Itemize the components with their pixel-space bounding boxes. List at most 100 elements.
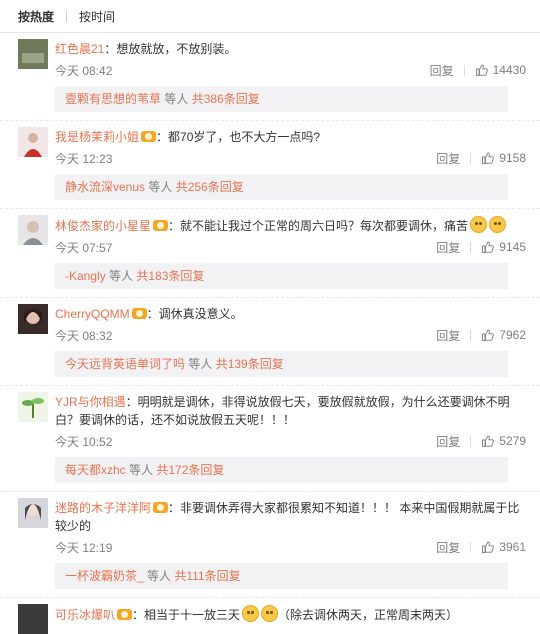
thumbs-up-icon <box>482 435 495 447</box>
reply-button[interactable]: 回复 <box>436 150 460 167</box>
reply-button[interactable]: 回复 <box>430 62 454 79</box>
comment-item: 我是杨茉莉小姐 ：都70岁了，也不大方一点吗? 今天 12:23 回复 9158 … <box>0 121 540 209</box>
comment-time: 今天 08:32 <box>55 328 113 343</box>
reply-summary[interactable]: 今天远背英语单词了吗 等人 共139条回复 <box>55 351 508 377</box>
reply-count-link[interactable]: 共111条回复 <box>174 569 240 583</box>
thumbs-up-icon <box>482 541 495 553</box>
action-divider <box>470 152 472 164</box>
thumbs-up-icon <box>482 329 495 341</box>
vip-badge-icon <box>131 308 147 319</box>
comment-text: 林俊杰家的小星星 ：就不能让我过个正常的周六日吗？每次都要调休，痛苦 <box>55 216 526 235</box>
comment-username[interactable]: 迷路的木子洋洋阿 <box>55 501 151 515</box>
comment-content: ：相当于十一放三天 <box>132 608 241 622</box>
like-button[interactable]: 5279 <box>481 434 526 448</box>
comment-time: 今天 12:19 <box>55 540 113 555</box>
comment-username[interactable]: YJR与你相遇 <box>55 395 126 409</box>
reply-username[interactable]: 静水流深venus <box>65 180 145 194</box>
comment-item: CherryQQMM ：调休真没意义。 今天 08:32 回复 7962 今天远背… <box>0 298 540 386</box>
vip-badge-icon <box>153 502 169 513</box>
like-count: 9145 <box>499 240 526 254</box>
comment-username[interactable]: 我是杨茉莉小姐 <box>55 130 139 144</box>
avatar[interactable] <box>18 304 48 334</box>
vip-badge-icon <box>141 131 157 142</box>
comment-username[interactable]: 可乐冰爆叭 <box>55 608 115 622</box>
reply-username[interactable]: 壹颗有思想的苇草 <box>65 92 161 106</box>
avatar[interactable] <box>18 392 48 422</box>
reply-button[interactable]: 回复 <box>436 327 460 344</box>
sort-by-hot-tab[interactable]: 按热度 <box>18 8 54 25</box>
sort-divider <box>66 10 68 22</box>
reply-summary[interactable]: 壹颗有思想的苇草 等人 共386条回复 <box>55 86 508 112</box>
comment-text: CherryQQMM ：调休真没意义。 <box>55 305 526 323</box>
like-count: 14430 <box>492 63 526 77</box>
reply-username[interactable]: 每天都xzhc <box>65 463 126 477</box>
thumbs-up-icon <box>475 64 488 76</box>
reply-button[interactable]: 回复 <box>436 433 460 450</box>
comment-item: 林俊杰家的小星星 ：就不能让我过个正常的周六日吗？每次都要调休，痛苦 今天 07:… <box>0 209 540 298</box>
thumbs-up-icon <box>482 241 495 253</box>
thumbs-up-icon <box>482 152 495 164</box>
comment-time: 今天 10:52 <box>55 434 113 449</box>
reply-count-link[interactable]: 共386条回复 <box>192 92 260 106</box>
sad-emoji-icon <box>470 216 488 233</box>
comment-item: YJR与你相遇：明明就是调休，非得说放假七天，要放假就放假，为什么还要调休不明白… <box>0 386 540 492</box>
reply-count-link[interactable]: 共183条回复 <box>136 269 204 283</box>
reply-summary[interactable]: -Kangly 等人 共183条回复 <box>55 263 508 289</box>
comment-list: 红色晨21：想放就放，不放别装。 今天 08:42 回复 14430 壹颗有思想… <box>0 33 540 634</box>
sad-emoji-icon <box>489 216 507 233</box>
comment-time: 今天 12:23 <box>55 151 113 166</box>
comment-content: ：就不能让我过个正常的周六日吗？每次都要调休，痛苦 <box>168 219 469 233</box>
avatar[interactable] <box>18 39 48 69</box>
avatar[interactable] <box>18 215 48 245</box>
comment-text: 迷路的木子洋洋阿 ：非要调休弄得大家都很累知不知道！！！ 本来中国假期就属于比较少… <box>55 499 526 535</box>
like-button[interactable]: 9145 <box>481 240 526 254</box>
reply-button[interactable]: 回复 <box>436 239 460 256</box>
comment-username[interactable]: 林俊杰家的小星星 <box>55 219 151 233</box>
laugh-emoji-icon <box>242 605 260 622</box>
reply-summary[interactable]: 每天都xzhc 等人 共172条回复 <box>55 457 508 483</box>
comment-text: 红色晨21：想放就放，不放别装。 <box>55 40 526 58</box>
action-divider <box>470 329 472 341</box>
reply-summary[interactable]: 一杯波霸奶茶_ 等人 共111条回复 <box>55 563 508 589</box>
reply-button[interactable]: 回复 <box>436 539 460 556</box>
action-divider <box>470 435 472 447</box>
avatar[interactable] <box>18 604 48 634</box>
like-count: 3961 <box>499 540 526 554</box>
reply-count-link[interactable]: 共172条回复 <box>156 463 224 477</box>
comment-time: 今天 07:57 <box>55 240 113 255</box>
laugh-emoji-icon <box>261 605 279 622</box>
like-button[interactable]: 14430 <box>475 63 526 77</box>
like-button[interactable]: 7962 <box>481 328 526 342</box>
comment-content: ：想放就放，不放别装。 <box>104 42 237 56</box>
like-count: 5279 <box>499 434 526 448</box>
like-button[interactable]: 9158 <box>481 151 526 165</box>
comment-text: 我是杨茉莉小姐 ：都70岁了，也不大方一点吗? <box>55 128 526 146</box>
comment-text: YJR与你相遇：明明就是调休，非得说放假七天，要放假就放假，为什么还要调休不明白… <box>55 393 526 429</box>
like-count: 7962 <box>499 328 526 342</box>
reply-summary[interactable]: 静水流深venus 等人 共256条回复 <box>55 174 508 200</box>
action-divider <box>470 541 472 553</box>
sort-by-time-tab[interactable]: 按时间 <box>79 8 115 25</box>
comment-username[interactable]: 红色晨21 <box>55 42 104 56</box>
avatar[interactable] <box>18 498 48 528</box>
action-divider <box>470 241 472 253</box>
comment-username[interactable]: CherryQQMM <box>55 307 130 321</box>
reply-count-link[interactable]: 共139条回复 <box>216 357 284 371</box>
action-divider <box>463 64 465 76</box>
reply-username[interactable]: 一杯波霸奶茶_ <box>65 569 144 583</box>
comment-time: 今天 08:42 <box>55 63 113 78</box>
vip-badge-icon <box>153 220 169 231</box>
comment-content: ：都70岁了，也不大方一点吗? <box>156 130 321 144</box>
reply-count-link[interactable]: 共256条回复 <box>176 180 244 194</box>
avatar[interactable] <box>18 127 48 157</box>
sort-bar: 按热度 按时间 <box>0 0 540 33</box>
reply-username[interactable]: -Kangly <box>65 269 106 283</box>
comment-item: 红色晨21：想放就放，不放别装。 今天 08:42 回复 14430 壹颗有思想… <box>0 33 540 121</box>
reply-username[interactable]: 今天远背英语单词了吗 <box>65 357 185 371</box>
comment-text: 可乐冰爆叭 ：相当于十一放三天 （除去调休两天，正常周末两天） <box>55 605 526 624</box>
comment-item: 迷路的木子洋洋阿 ：非要调休弄得大家都很累知不知道！！！ 本来中国假期就属于比较少… <box>0 492 540 598</box>
comment-content-extra: （除去调休两天，正常周末两天） <box>278 608 459 622</box>
vip-badge-icon <box>117 609 133 620</box>
comment-content: ：调休真没意义。 <box>146 307 243 321</box>
like-button[interactable]: 3961 <box>481 540 526 554</box>
